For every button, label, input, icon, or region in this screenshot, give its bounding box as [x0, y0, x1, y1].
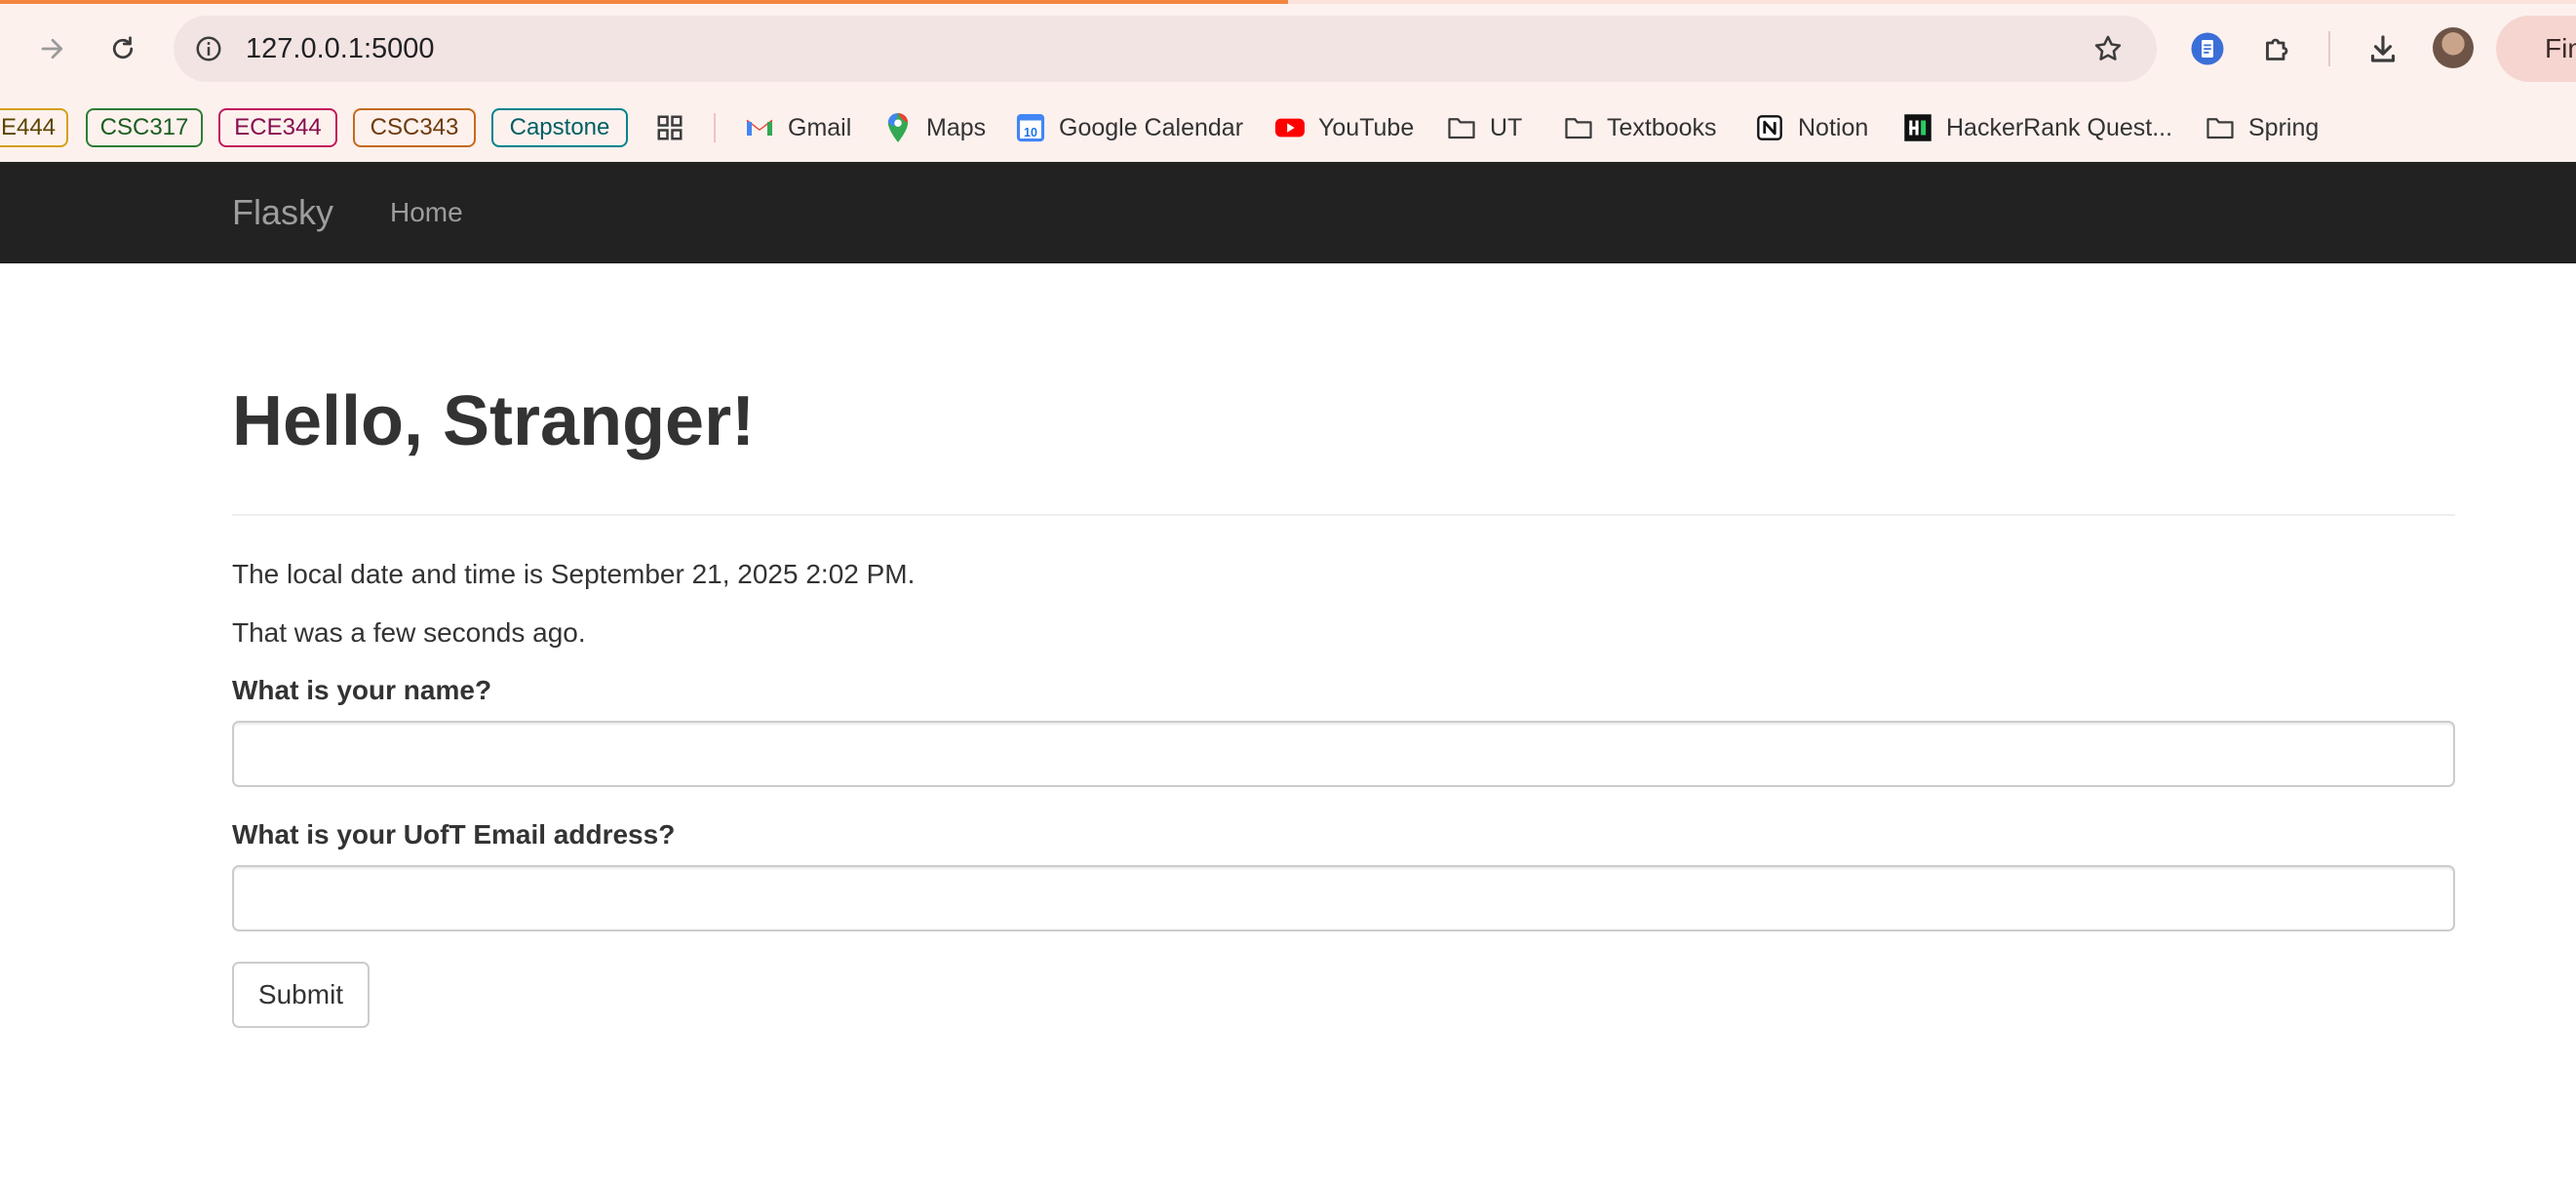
notion-icon	[1755, 113, 1784, 142]
tab-group-chip[interactable]: CSC317	[86, 108, 203, 147]
extensions-puzzle-icon[interactable]	[2252, 23, 2303, 74]
bookmark-star-icon[interactable]	[2088, 29, 2127, 68]
page-load-progress-fill	[0, 0, 1288, 4]
maps-pin-icon	[883, 113, 913, 142]
tab-group-label: CSC317	[99, 114, 189, 140]
bookmark-label: Textbooks	[1607, 113, 1717, 141]
tab-group-label: Capstone	[509, 114, 610, 140]
apps-grid-button[interactable]	[655, 107, 684, 148]
bookmarks-bar: E444 CSC317 ECE344 CSC343 Capstone Gmail…	[0, 101, 2576, 152]
tab-group-chip[interactable]: ECE344	[218, 108, 337, 147]
bookmark-youtube[interactable]: YouTube	[1275, 107, 1414, 148]
bookmark-gmail[interactable]: Gmail	[745, 107, 851, 148]
downloads-icon[interactable]	[2358, 23, 2408, 74]
gmail-icon	[745, 113, 774, 142]
name-field-label: What is your name?	[232, 675, 492, 705]
bookmark-label: Spring	[2248, 113, 2320, 141]
address-bar[interactable]: 127.0.0.1:5000	[174, 16, 2157, 82]
bookmark-folder-textbooks[interactable]: Textbooks	[1564, 107, 1717, 148]
profile-avatar[interactable]	[2433, 27, 2474, 68]
folder-icon	[1564, 113, 1593, 142]
youtube-icon	[1275, 113, 1305, 142]
page-load-progress	[0, 0, 2576, 4]
site-info-icon[interactable]	[191, 31, 226, 66]
url-text[interactable]: 127.0.0.1:5000	[246, 30, 435, 67]
tab-group-label: CSC343	[370, 114, 459, 140]
bookmark-folder-ut[interactable]: UT	[1447, 107, 1522, 148]
finish-update-button[interactable]: Finish	[2496, 16, 2576, 82]
bookmark-folder-spring[interactable]: Spring	[2205, 107, 2319, 148]
tab-group-chip[interactable]: E444	[0, 108, 68, 147]
folder-icon	[2205, 113, 2235, 142]
page-title: Hello, Stranger!	[232, 382, 756, 460]
tab-group-label: ECE344	[234, 114, 322, 140]
bookmark-label: Notion	[1798, 113, 1869, 141]
name-input[interactable]	[232, 721, 2455, 787]
apps-grid-icon	[657, 115, 683, 140]
site-navbar: Flasky Home	[0, 162, 2576, 263]
folder-icon	[1447, 113, 1476, 142]
navbar-brand[interactable]: Flasky	[232, 191, 333, 234]
bookmark-label: UT	[1490, 113, 1523, 141]
svg-text:10: 10	[1024, 126, 1037, 139]
calendar-icon: 10	[1016, 113, 1045, 142]
finish-update-label: Finish	[2545, 33, 2576, 63]
bookmark-hackerrank[interactable]: HackerRank Quest...	[1903, 107, 2172, 148]
bookmark-google-calendar[interactable]: 10 Google Calendar	[1016, 107, 1243, 148]
bookmark-label: HackerRank Quest...	[1946, 113, 2173, 141]
bookmark-label: Maps	[926, 113, 987, 141]
tab-group-label: E444	[0, 114, 57, 140]
reload-icon	[112, 36, 134, 59]
relative-time-text: That was a few seconds ago.	[232, 617, 586, 648]
browser-chrome: 127.0.0.1:5000 Finish E44	[0, 0, 2576, 162]
email-field-label: What is your UofT Email address?	[232, 819, 676, 850]
uoft-email-input[interactable]	[232, 865, 2455, 931]
bookmark-label: YouTube	[1318, 113, 1415, 141]
bookmark-maps[interactable]: Maps	[883, 107, 986, 148]
header-divider	[232, 514, 2455, 516]
bookmark-notion[interactable]: Notion	[1755, 107, 1868, 148]
bookmark-label: Google Calendar	[1059, 113, 1244, 141]
tab-group-chip[interactable]: Capstone	[491, 108, 628, 147]
tab-group-chip[interactable]: CSC343	[353, 108, 476, 147]
docs-extension-icon[interactable]	[2182, 23, 2233, 74]
local-datetime-text: The local date and time is September 21,…	[232, 559, 916, 589]
arrow-right-icon	[41, 38, 63, 59]
nav-link-home[interactable]: Home	[390, 194, 463, 231]
bookmark-label: Gmail	[788, 113, 852, 141]
reload-button[interactable]	[94, 20, 152, 78]
toolbar-divider	[2328, 31, 2330, 66]
hackerrank-icon	[1903, 113, 1932, 142]
bookmarks-divider	[714, 113, 716, 142]
submit-button[interactable]: Submit	[232, 962, 370, 1028]
forward-button[interactable]	[23, 20, 82, 78]
